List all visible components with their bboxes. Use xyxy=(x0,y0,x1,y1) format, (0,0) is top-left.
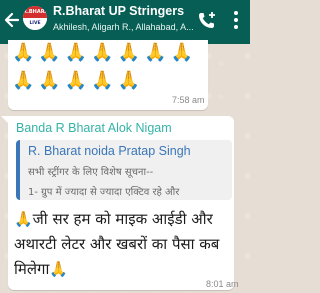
emoji-row: 🙏🙏🙏🙏🙏 xyxy=(12,70,145,91)
quoted-text-line: सभी स्ट्रींगर के लिए विशेष सूचना-- xyxy=(28,167,154,178)
sender-name[interactable]: Banda R Bharat Alok Nigam xyxy=(16,121,172,135)
chat-header: R.BHARAT LIVE NOW R.Bharat UP Stringers … xyxy=(0,0,250,44)
avatar-top-text: R.BHARAT xyxy=(23,6,47,18)
group-members[interactable]: Akhilesh, Aligarh R., Allahabad, A... xyxy=(53,22,193,32)
group-title[interactable]: R.Bharat UP Stringers xyxy=(53,4,184,18)
quoted-text-line: 1- ग्रुप में ज्यादा से ज्यादा एक्टिव रहे… xyxy=(28,187,180,198)
quoted-message[interactable]: R. Bharat noida Pratap Singh सभी स्ट्रीं… xyxy=(16,140,232,200)
emoji-row: 🙏🙏🙏🙏🙏🙏🙏 xyxy=(12,42,197,63)
message-time: 7:58 am xyxy=(172,95,205,105)
message-text: 🙏जी सर हम को माइक आईडी और अथारटी लेटर और… xyxy=(14,210,220,278)
quoted-author: R. Bharat noida Pratap Singh xyxy=(28,144,191,158)
back-arrow-icon[interactable] xyxy=(3,10,21,30)
group-avatar[interactable]: R.BHARAT LIVE NOW xyxy=(23,6,47,30)
add-call-icon[interactable] xyxy=(198,11,216,29)
avatar-bottom-text: LIVE NOW xyxy=(23,18,47,30)
more-options-icon[interactable] xyxy=(233,11,239,31)
message-time: 8:01 am xyxy=(206,279,239,289)
